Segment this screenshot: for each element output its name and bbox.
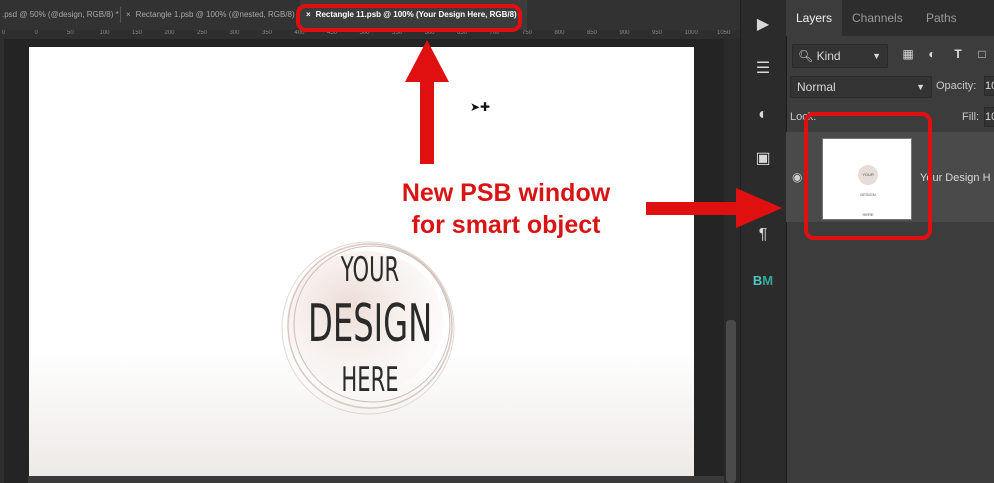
logo-line-here: HERE (341, 360, 399, 400)
type-filter-icon[interactable]: T (950, 46, 966, 62)
horizontal-scrollbar[interactable] (28, 476, 724, 483)
ruler-tick-label: 250 (197, 30, 208, 36)
fill-label: Fill: (962, 111, 980, 123)
ruler-tick-label: 900 (619, 30, 630, 36)
chevron-down-icon: ▼ (872, 51, 881, 61)
tab-layers[interactable]: Layers (786, 0, 842, 36)
active-tab-highlight (296, 4, 522, 32)
pixel-filter-icon[interactable]: ▦ (900, 46, 916, 62)
image-frame-icon[interactable]: ▣ (752, 148, 774, 170)
annotation-line-2: for smart object (411, 211, 601, 239)
blend-mode-dropdown[interactable]: Normal ▼ (790, 76, 932, 98)
move-cursor-icon: ➤✚ (470, 100, 491, 114)
filter-kind-dropdown[interactable]: 🔍︎ Kind ▼ (792, 44, 888, 68)
ruler-tick-label: 850 (587, 30, 598, 36)
play-icon[interactable]: ▶ (752, 14, 774, 36)
logo-line-design: DESIGN (308, 294, 433, 354)
ruler-tick-label: 0 (34, 30, 38, 36)
tab-channels[interactable]: Channels (852, 0, 903, 36)
ruler-tick-label: 300 (229, 30, 240, 36)
eye-icon[interactable]: ◉ (792, 170, 802, 184)
tab-rectangle-1-label: Rectangle 1.psb @ 100% (@nested, RGB/8) (135, 10, 295, 19)
blend-mode-label: Normal (797, 80, 836, 94)
tab-paths[interactable]: Paths (926, 0, 957, 36)
ruler-tick-label: 1050 (717, 30, 731, 36)
logo-line-your: YOUR (340, 250, 400, 290)
paragraph-icon[interactable]: ¶ (752, 224, 774, 246)
fill-input[interactable]: 10 (984, 107, 994, 127)
chevron-down-icon: ▼ (916, 82, 925, 92)
tab-main-psd-label: .psd @ 50% (@design, RGB/8) * (2, 10, 119, 19)
tab-main-psd[interactable]: .psd @ 50% (@design, RGB/8) * (2, 0, 119, 30)
adjustment-circle-icon[interactable]: ◐ (752, 104, 774, 126)
close-icon[interactable]: × (126, 10, 131, 19)
ruler-tick-label: 50 (67, 30, 74, 36)
shape-filter-icon[interactable]: □ (974, 46, 990, 62)
ruler-tick-label: 0 (2, 30, 6, 36)
vertical-scrollbar-thumb[interactable] (726, 320, 736, 483)
tab-separator (120, 7, 121, 23)
filter-kind-label: Kind (816, 49, 841, 63)
ruler-tick-label: 750 (522, 30, 533, 36)
search-icon: 🔍︎ (798, 49, 814, 63)
layers-panel (786, 0, 994, 483)
thumbnail-highlight (804, 112, 932, 240)
opacity-label: Opacity: (936, 80, 977, 92)
annotation-line-1: New PSB window (401, 179, 611, 207)
plugin-icon[interactable]: BM (752, 270, 774, 292)
your-design-here-logo: YOUR DESIGN HERE (270, 236, 470, 416)
ruler-tick-label: 950 (652, 30, 663, 36)
sliders-icon[interactable]: ☰ (752, 58, 774, 80)
ruler-tick-label: 200 (164, 30, 175, 36)
tab-rectangle-1[interactable]: × Rectangle 1.psb @ 100% (@nested, RGB/8) (126, 0, 295, 30)
ruler-tick-label: 1000 (684, 30, 698, 36)
opacity-input[interactable]: 10 (984, 76, 994, 96)
annotation-text: New PSB window for smart object (375, 177, 637, 241)
layer-filter-row: 🔍︎ Kind ▼ ▦ ◐ T □ (790, 44, 994, 68)
ruler-tick-label: 100 (99, 30, 110, 36)
ruler-tick-label: 150 (132, 30, 143, 36)
ruler-tick-label: 800 (554, 30, 565, 36)
adjustment-filter-icon[interactable]: ◐ (924, 46, 940, 62)
panel-tab-bar: Layers Channels Paths (786, 0, 994, 36)
ruler-tick-label: 350 (262, 30, 273, 36)
